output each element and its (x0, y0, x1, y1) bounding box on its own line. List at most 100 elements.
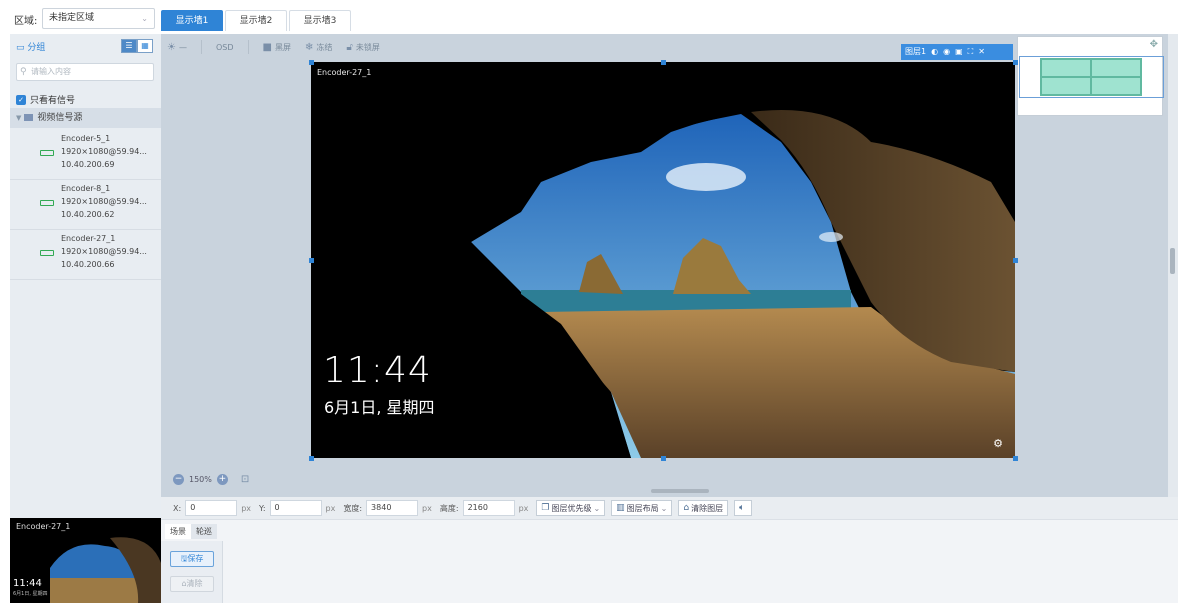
audio-button[interactable]: 🔈︎ (734, 500, 752, 516)
layer-label: 图层1 (905, 47, 927, 56)
encoder-name: Encoder-8_1 (61, 184, 111, 193)
close-icon[interactable]: ✕ (978, 47, 985, 56)
width-label: 宽度: (343, 503, 363, 513)
minimap-cell (1041, 77, 1091, 95)
region-select-value: 未指定区域 (49, 13, 95, 23)
unit-label: px (422, 503, 432, 513)
expand-icon[interactable]: ✥ (1150, 39, 1158, 50)
zoom-level: 150% (189, 475, 212, 484)
zoom-out-icon[interactable]: − (173, 474, 184, 485)
search-input[interactable]: ⚲ 请输入内容 (16, 63, 154, 81)
resize-handle[interactable] (661, 60, 666, 65)
region-select[interactable]: 未指定区域 ⌄ (42, 8, 155, 29)
tree-node-label: 视频信号源 (37, 113, 83, 123)
group-button[interactable]: ▭ 分组 (16, 40, 45, 53)
resize-handle[interactable] (309, 456, 314, 461)
fullscreen-icon[interactable]: ⛶ (968, 47, 974, 56)
color-icon[interactable]: ◐ (931, 47, 938, 56)
view-toggle: ☰ ▦ (121, 39, 153, 53)
freeze-button[interactable]: ❄ 冻结 (305, 42, 332, 53)
group-label: 分组 (27, 43, 46, 53)
list-item[interactable]: Encoder-27_1 1920×1080@59.94... 10.40.20… (10, 230, 161, 280)
signal-source-panel: ▭ 分组 ☰ ▦ ⚲ 请输入内容 ✓ 只看有信号 ▼ 视频信号源 Encoder-… (10, 34, 161, 518)
layer-priority-button[interactable]: ❐ 图层优先级 ⌄ (536, 500, 606, 516)
save-label: 保存 (187, 554, 204, 563)
clear-layers-button[interactable]: ⌂ 清除图层 (678, 500, 729, 516)
layer-priority-label: 图层优先级 (551, 503, 592, 513)
black-screen-label: 黑屏 (274, 42, 291, 52)
tab-scene[interactable]: 场景 (165, 524, 191, 539)
encoder-icon (40, 150, 54, 156)
unit-label: px (325, 503, 336, 513)
freeze-label: 冻结 (316, 42, 333, 52)
save-button[interactable]: 🖫︎保存 (170, 551, 214, 567)
resize-handle[interactable] (1013, 456, 1018, 461)
resize-handle[interactable] (309, 258, 314, 263)
scrollbar-thumb[interactable] (651, 489, 709, 493)
encoder-icon (40, 200, 54, 206)
zoom-in-icon[interactable]: + (216, 474, 228, 485)
grid-view-icon[interactable]: ▦ (137, 39, 153, 53)
y-label: Y: (259, 503, 266, 513)
delete-label: 清除 (186, 579, 203, 588)
tree-node-video-sources[interactable]: ▼ 视频信号源 (10, 108, 161, 128)
x-label: X: (173, 503, 182, 513)
tab-wall-1[interactable]: 显示墙1 (161, 10, 223, 31)
width-input[interactable]: 3840 (366, 500, 419, 516)
resize-handle[interactable] (1013, 258, 1018, 263)
resize-handle[interactable] (1013, 60, 1018, 65)
tab-wall-3[interactable]: 显示墙3 (289, 10, 351, 31)
encoder-resolution: 1920×1080@59.94... (61, 247, 147, 256)
divider (247, 40, 249, 54)
minimap-cell (1091, 59, 1141, 77)
horizontal-scrollbar[interactable] (161, 489, 1168, 495)
wall-minimap[interactable]: ✥ (1017, 36, 1164, 116)
height-input[interactable]: 2160 (462, 500, 515, 516)
lock-icon[interactable]: ▣ (955, 47, 963, 56)
black-screen-icon: ■ (262, 41, 272, 53)
lock-button[interactable]: 🔓︎ 未锁屏 (346, 42, 379, 53)
layer-layout-button[interactable]: ▥ 图层布局 ⌄ (611, 500, 673, 516)
folder-icon: ▭ (16, 43, 25, 53)
brightness-button[interactable]: ☀ — (167, 42, 187, 53)
y-input[interactable]: 0 (269, 500, 322, 516)
delete-button[interactable]: ⌂清除 (170, 576, 214, 592)
layer-properties-bar: X: 0 px Y: 0 px 宽度: 3840 px 高度: 2160 px … (161, 497, 1178, 519)
eye-icon[interactable]: ◉ (943, 47, 950, 56)
zoom-control: − 150% + ⊡ (173, 474, 249, 485)
video-window[interactable]: Encoder-27_1 11:44 6月1日, 星期四 ⚙ (311, 62, 1015, 458)
checkbox-checked-icon: ✓ (16, 94, 26, 105)
list-item[interactable]: Encoder-5_1 1920×1080@59.94... 10.40.200… (10, 130, 161, 180)
layer-titlebar[interactable]: 图层1 ◐ ◉ ▣ ⛶ ✕ (901, 44, 1013, 60)
minimap-grid (1040, 58, 1142, 96)
fit-screen-icon[interactable]: ⊡ (241, 474, 249, 485)
resize-handle[interactable] (661, 456, 666, 461)
osd-button[interactable]: OSD (216, 43, 234, 52)
scrollbar-thumb[interactable] (1170, 248, 1175, 274)
dash-icon: — (178, 42, 187, 52)
preview-thumbnail[interactable]: Encoder-27_1 11:44 6月1日, 星期四 (10, 518, 161, 603)
resize-handle[interactable] (309, 60, 314, 65)
only-signal-label: 只看有信号 (30, 96, 76, 106)
black-screen-button[interactable]: ■ 黑屏 (263, 42, 291, 53)
minimap-cell (1091, 77, 1141, 95)
x-input[interactable]: 0 (185, 500, 238, 516)
vertical-scrollbar[interactable] (1168, 34, 1178, 497)
unit-label: px (518, 503, 529, 513)
encoder-ip: 10.40.200.69 (61, 160, 115, 169)
folder-icon (24, 114, 34, 121)
tab-patrol[interactable]: 轮巡 (191, 524, 217, 539)
tab-wall-2[interactable]: 显示墙2 (225, 10, 287, 31)
list-item[interactable]: Encoder-8_1 1920×1080@59.94... 10.40.200… (10, 180, 161, 230)
accessibility-icon: ⚙ (993, 437, 1003, 450)
encoder-resolution: 1920×1080@59.94... (61, 147, 147, 156)
wall-tabs: 显示墙1 显示墙2 显示墙3 (161, 10, 353, 32)
minimap-cell (1041, 59, 1091, 77)
chevron-down-icon: ⌄ (141, 14, 148, 23)
only-signal-checkbox[interactable]: ✓ 只看有信号 (16, 93, 75, 106)
lockscreen-time: 11:44 (323, 350, 432, 391)
speaker-icon: 🔈︎ (739, 503, 745, 513)
list-view-icon[interactable]: ☰ (121, 39, 137, 53)
chevron-down-icon: ⌄ (593, 503, 601, 513)
encoder-icon (40, 250, 54, 256)
